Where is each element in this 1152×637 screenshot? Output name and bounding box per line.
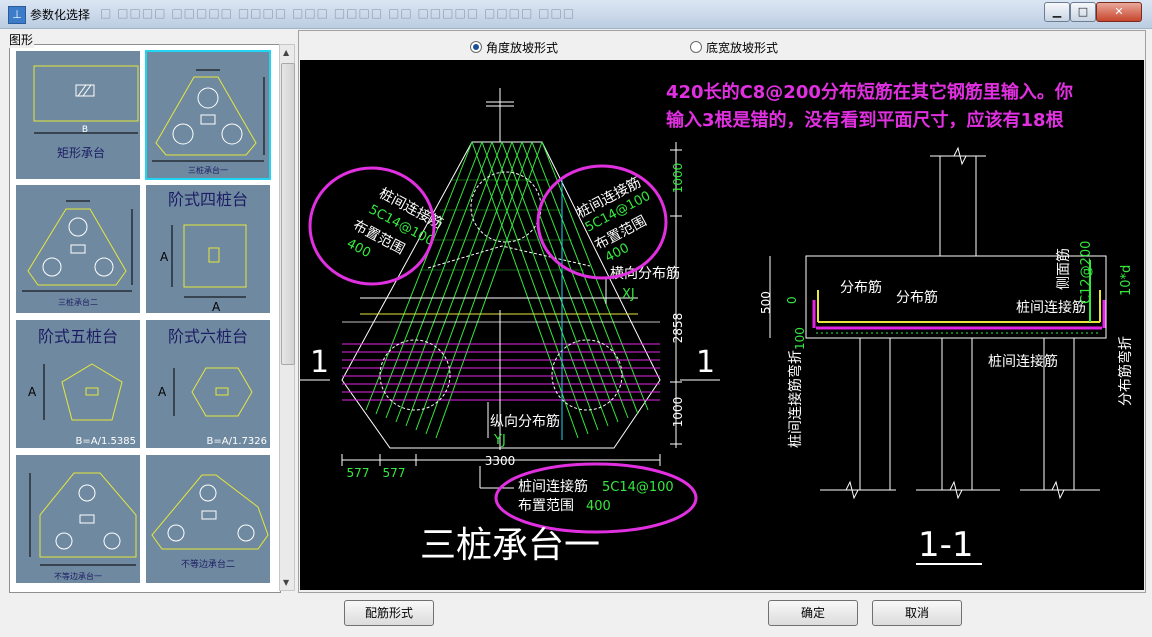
- section-tie-bend: 桩间连接筋弯折: [787, 350, 804, 448]
- section-dist-bar-2: 分布筋: [896, 289, 938, 306]
- dim-3300: 3300: [485, 454, 516, 468]
- step-six-pile-dim-a: A: [158, 385, 167, 399]
- annotation-line-2: 输入3根是错的，没有看到平面尺寸，应该有18根: [666, 109, 1064, 131]
- transverse-bar-code: XJ: [622, 287, 635, 302]
- annotation-line-1: 420长的C8@200分布短筋在其它钢筋里输入。你: [666, 81, 1073, 103]
- section-side-bar: 侧面筋: [1055, 248, 1072, 290]
- shape-list: B 矩形承台 三桩承台一 三桩承台二 阶式四桩台 A A 阶式五桩台 A B=A…: [9, 44, 281, 593]
- window-title: 参数化选择: [30, 8, 91, 22]
- rebar-drawing: 1 1 1000 2858 1000 577 577 3300 桩间连接筋 5C…: [300, 81, 1134, 566]
- radio-selected-icon: [470, 41, 482, 53]
- step-six-pile-drawing: 阶式六桩台 A B=A/1.7326: [158, 327, 267, 447]
- three-pile-cap-2-drawing: 三桩承台二: [22, 200, 133, 307]
- thumb-three-pile-cap-2[interactable]: 三桩承台二: [16, 185, 140, 313]
- dim-2858: 2858: [671, 313, 685, 344]
- rect-cap-label: 矩形承台: [57, 145, 105, 160]
- thumb-unequal-cap-1[interactable]: 不等边承台一: [16, 455, 140, 583]
- dim-1000-bottom: 1000: [671, 397, 685, 428]
- step-five-pile-formula: B=A/1.5385: [76, 436, 136, 447]
- scrollbar-thumb[interactable]: [281, 63, 295, 365]
- thumb-step-five-pile[interactable]: 阶式五桩台 A B=A/1.5385: [16, 320, 140, 448]
- unequal-cap-2-drawing: 不等边承台二: [151, 474, 269, 570]
- unequal-cap-2-label: 不等边承台二: [181, 558, 235, 570]
- scroll-down-icon[interactable]: ▼: [283, 578, 289, 587]
- unequal-cap-1-label: 不等边承台一: [54, 571, 102, 581]
- step-four-pile-dim-a2: A: [212, 300, 221, 313]
- close-icon: ✕: [1114, 5, 1124, 18]
- step-five-pile-dim-a: A: [28, 385, 37, 399]
- longitudinal-bar-code: YJ: [493, 433, 506, 448]
- transverse-bar-label: 横向分布筋: [610, 265, 680, 282]
- plan-title: 三桩承台一: [420, 525, 600, 566]
- thumb-unequal-cap-2[interactable]: 不等边承台二: [146, 455, 270, 583]
- section-mark-left: 1: [310, 345, 329, 380]
- scroll-up-icon[interactable]: ▲: [283, 48, 289, 57]
- rebar-form-button[interactable]: 配筋形式: [344, 600, 434, 626]
- dim-577-left: 577: [347, 466, 370, 480]
- minimize-button[interactable]: ▁: [1044, 2, 1070, 22]
- section-dist-bend: 分布筋弯折: [1117, 336, 1134, 406]
- rect-cap-drawing: B 矩形承台: [33, 65, 139, 160]
- step-four-pile-drawing: 阶式四桩台 A A: [160, 190, 248, 314]
- tie-bar-spec-bottom: 5C14@100: [602, 480, 674, 495]
- three-pile-cap-1-label: 三桩承台一: [188, 165, 228, 175]
- maximize-button[interactable]: □: [1070, 2, 1096, 22]
- option-width-slope-label: 底宽放坡形式: [706, 41, 779, 55]
- section-side-bar-spec: C12@200: [1079, 241, 1094, 304]
- ok-button[interactable]: 确定: [768, 600, 858, 626]
- radio-unselected-icon: [690, 41, 702, 53]
- three-pile-cap-2-label: 三桩承台二: [58, 297, 98, 307]
- section-bend-val: 10*d: [1119, 265, 1134, 296]
- step-six-pile-label: 阶式六桩台: [168, 327, 248, 346]
- close-button[interactable]: ✕: [1096, 2, 1142, 22]
- cancel-button[interactable]: 取消: [872, 600, 962, 626]
- shape-list-scrollbar[interactable]: ▲ ▼: [279, 44, 295, 591]
- step-six-pile-formula: B=A/1.7326: [207, 436, 267, 447]
- shape-group-label: 图形: [8, 31, 35, 48]
- thumb-step-six-pile[interactable]: 阶式六桩台 A B=A/1.7326: [146, 320, 270, 448]
- dim-1000-top: 1000: [671, 163, 685, 194]
- section-dim-100: 100: [793, 327, 807, 350]
- step-five-pile-drawing: 阶式五桩台 A B=A/1.5385: [28, 327, 136, 447]
- step-five-pile-label: 阶式五桩台: [38, 327, 118, 346]
- rect-cap-dim: B: [82, 125, 88, 135]
- section-title: 1-1: [918, 525, 974, 565]
- minimize-icon: ▁: [1052, 5, 1062, 18]
- section-tie-bar-top: 桩间连接筋: [1016, 299, 1086, 316]
- thumb-step-four-pile[interactable]: 阶式四桩台 A A: [146, 185, 270, 314]
- section-dim-0: 0: [785, 296, 799, 304]
- option-width-slope[interactable]: 底宽放坡形式: [690, 39, 778, 56]
- maximize-icon: □: [1077, 5, 1089, 18]
- section-dist-bar-1: 分布筋: [840, 279, 882, 296]
- tie-bar-label-bottom: 桩间连接筋: [518, 478, 588, 495]
- title-bar: ⊥ 参数化选择 □ □□□□ □□□□□ □□□□ □□□ □□□□ □□ □□…: [0, 0, 1152, 29]
- longitudinal-bar-label: 纵向分布筋: [490, 413, 560, 430]
- app-icon: ⊥: [8, 6, 26, 24]
- section-tie-bar-bottom: 桩间连接筋: [988, 353, 1058, 370]
- layout-range-val-bottom: 400: [586, 499, 611, 514]
- step-four-pile-dim-a: A: [160, 250, 169, 264]
- thumb-rect-cap[interactable]: B 矩形承台: [16, 51, 140, 179]
- option-angle-slope-label: 角度放坡形式: [486, 41, 559, 55]
- dim-577-right: 577: [383, 466, 406, 480]
- drawing-canvas: 1 1 1000 2858 1000 577 577 3300 桩间连接筋 5C…: [300, 60, 1144, 590]
- three-pile-cap-1-drawing: 三桩承台一: [152, 69, 265, 175]
- option-angle-slope[interactable]: 角度放坡形式: [470, 39, 558, 56]
- layout-range-label-bottom: 布置范围: [518, 497, 574, 514]
- section-mark-right: 1: [696, 345, 715, 380]
- section-dim-500: 500: [759, 291, 773, 314]
- thumb-three-pile-cap-1[interactable]: 三桩承台一: [145, 50, 271, 180]
- blurred-menu-strip: □ □□□□ □□□□□ □□□□ □□□ □□□□ □□ □□□□□ □□□□…: [100, 6, 576, 20]
- unequal-cap-1-drawing: 不等边承台一: [29, 472, 137, 581]
- step-four-pile-label: 阶式四桩台: [168, 190, 248, 209]
